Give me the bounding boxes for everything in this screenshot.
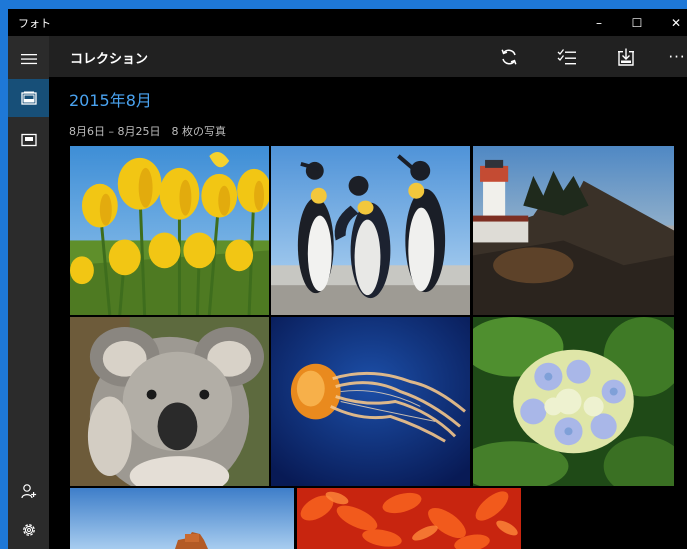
date-range-summary: 8月6日 – 8月25日 8 枚の写真 <box>69 125 226 138</box>
hamburger-menu-button[interactable] <box>8 40 49 78</box>
month-heading[interactable]: 2015年8月 <box>69 87 152 111</box>
chrysanthemum-image <box>297 488 521 549</box>
command-bar: コレクション ··· <box>49 36 687 77</box>
collection-view[interactable]: 2015年8月 8月6日 – 8月25日 8 枚の写真 <box>49 77 687 549</box>
lighthouse-image <box>473 146 674 315</box>
nav-item-settings[interactable] <box>8 511 49 549</box>
title-bar[interactable]: フォト – ☐ ✕ <box>8 9 687 36</box>
photo-penguins[interactable] <box>271 146 470 315</box>
window-border-left <box>0 9 8 549</box>
photo-collection-icon <box>20 91 37 105</box>
select-list-icon <box>557 48 576 64</box>
photo-tulips[interactable] <box>70 146 269 315</box>
desert-image <box>70 488 294 549</box>
maximize-icon: ☐ <box>631 15 643 30</box>
hydrangea-image <box>473 317 674 486</box>
more-icon: ··· <box>668 47 686 66</box>
nav-item-collection[interactable] <box>8 79 49 117</box>
photo-chrysanthemum[interactable] <box>297 488 521 549</box>
nav-item-account[interactable] <box>8 472 49 510</box>
close-icon: ✕ <box>670 15 682 30</box>
window-border-top <box>0 0 687 9</box>
jellyfish-image <box>271 317 470 486</box>
minimize-icon: – <box>596 15 602 30</box>
import-button[interactable] <box>606 40 646 73</box>
photo-desert[interactable] <box>70 488 294 549</box>
album-icon <box>20 133 37 147</box>
refresh-icon <box>501 49 517 64</box>
minimize-button[interactable]: – <box>581 9 617 36</box>
select-button[interactable] <box>547 40 587 73</box>
penguins-image <box>271 146 470 315</box>
koala-image <box>70 317 269 486</box>
photo-koala[interactable] <box>70 317 269 486</box>
photo-jellyfish[interactable] <box>271 317 470 486</box>
page-title: コレクション <box>70 52 149 67</box>
app-title: フォト <box>18 17 51 30</box>
refresh-button[interactable] <box>489 40 529 73</box>
tulips-image <box>70 146 269 315</box>
nav-item-albums[interactable] <box>8 121 49 159</box>
close-button[interactable]: ✕ <box>658 9 687 36</box>
photo-hydrangea[interactable] <box>473 317 674 486</box>
maximize-button[interactable]: ☐ <box>619 9 655 36</box>
gear-icon <box>22 524 35 536</box>
import-icon <box>618 48 634 66</box>
more-options-button[interactable]: ··· <box>657 40 687 73</box>
hamburger-icon <box>20 54 37 65</box>
photo-lighthouse[interactable] <box>473 146 674 315</box>
add-account-icon <box>20 484 36 499</box>
navigation-rail <box>8 36 49 549</box>
